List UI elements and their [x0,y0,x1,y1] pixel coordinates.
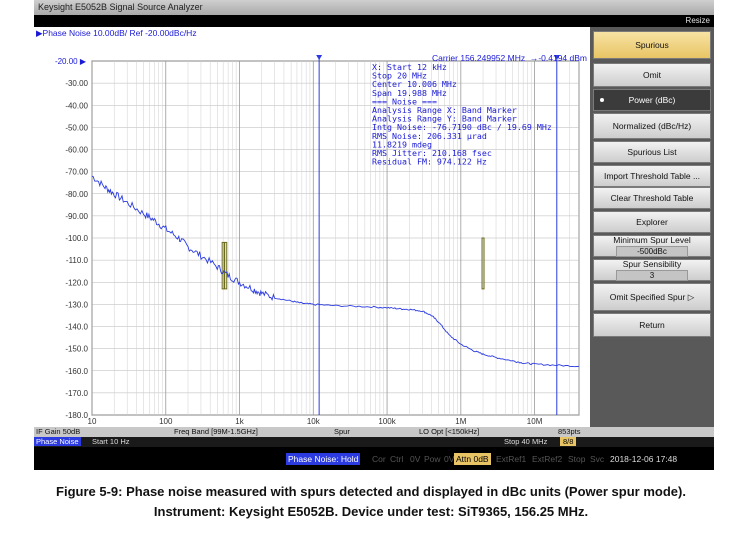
y-tick-label: -70.00 [65,168,88,177]
softkey-label: Omit Specified Spur ▷ [609,291,695,302]
date-time: 2018-12-06 17:48 [610,454,678,464]
x-tick-label: 100k [378,417,396,426]
softkey-label: Spur Sensibility [622,259,682,269]
caption-line-2: Instrument: Keysight E5052B. Device unde… [153,504,589,519]
y-tick-labels: -30.00 -40.00 -50.00 -60.00 -70.00 -80.00 -90.… [55,57,89,420]
x-tick-label: 10 [88,417,97,426]
page-indicator: 8/8 [560,437,577,446]
annotation-line: Residual FM: 974.122 Hz [372,157,487,167]
spur-indicator: Spur [334,427,350,436]
extref2-indicator: ExtRef2 [532,454,563,464]
x-tick-label: 10k [307,417,321,426]
y-tick-label: -90.00 [65,212,88,221]
y-tick-label: -60.00 [65,146,88,155]
y-tick-label: -130.0 [65,300,88,309]
ctrl-indicator: Ctrl [390,454,404,464]
softkey-6[interactable]: Import Threshold Table ... [593,165,711,187]
status-bar-sweep: Phase Noise Start 10 Hz Stop 40 MHz 8/8 [34,437,714,447]
y-tick-label: -150.0 [65,345,88,354]
carrier-frequency: Carrier 156.249952 MHz [432,53,526,63]
y-tick-label: -50.00 [65,123,88,132]
y-tick-label: -30.00 [65,79,88,88]
band-marker-icon [316,55,323,60]
softkey-label: Import Threshold Table ... [603,171,701,181]
x-tick-labels: 10 100 1k 10k 100k 1M 10M [88,417,543,426]
pow-indicator: Pow [424,454,441,464]
softkey-value[interactable]: -500dBc [616,246,688,257]
freq-band: Freq Band [99M-1.5GHz] [174,427,258,436]
y-tick-label: -110.0 [66,256,89,265]
y-tick-label: -100.0 [65,234,88,243]
measurement-state: Phase Noise: Hold [286,453,361,465]
svc-indicator: Svc [590,454,605,464]
softkey-10[interactable]: Spur Sensibility 3 [593,259,711,281]
y-tick-label: -180.0 [65,411,88,420]
y-tick-label: -170.0 [65,389,88,398]
attenuation-indicator: Attn 0dB [454,453,491,465]
softkey-label: Power (dBc) [628,95,676,105]
lo-opt: LO Opt [<150kHz] [419,427,480,436]
y-tick-label: -120.0 [65,278,88,287]
carrier-readout: Carrier 156.249952 MHz →-0.4194 dBm [432,53,587,63]
selected-dot-icon [600,98,604,102]
y-tick-label: -160.0 [65,367,88,376]
softkey-3[interactable]: Power (dBc) [593,89,711,111]
y-tick-label: -140.0 [65,323,88,332]
softkey-value[interactable]: 3 [616,270,688,281]
softkey-panel: Spurious Omit Power (dBc) Normalized (dBc/H… [590,27,714,427]
softkey-label: Normalized (dBc/Hz) [612,121,692,131]
softkey-label: Explorer [636,217,668,227]
resize-button[interactable]: Resize [686,16,710,25]
softkey-2[interactable]: Omit [593,63,711,87]
x-tick-label: 100 [159,417,173,426]
softkey-8[interactable]: Explorer [593,211,711,233]
ctrl-voltage: 0V [410,454,421,464]
marker-readout: →-0.4194 dBm [529,53,587,63]
start-frequency: Start 10 Hz [92,437,130,446]
window-title: Keysight E5052B Signal Source Analyzer [38,2,203,12]
softkey-5[interactable]: Spurious List [593,141,711,163]
if-gain: IF Gain 50dB [36,427,81,436]
x-tick-label: 10M [527,417,543,426]
analyzer-window: Keysight E5052B Signal Source Analyzer R… [34,0,714,470]
softkey-label: Minimum Spur Level [613,235,691,245]
softkey-label: Omit [643,70,661,80]
title-bar: Keysight E5052B Signal Source Analyzer [34,0,714,15]
stop-indicator: Stop [568,454,586,464]
y-tick-label: -80.00 [65,190,88,199]
softkey-9[interactable]: Minimum Spur Level -500dBc [593,235,711,257]
softkey-label: Spurious List [627,147,677,157]
x-tick-label: 1k [235,417,244,426]
softkey-label: Return [639,320,665,330]
y-tick-label: -40.00 [65,101,88,110]
reference-level-marker: -20.00 ▶ [55,57,87,66]
softkey-1[interactable]: Spurious [593,31,711,59]
softkey-7[interactable]: Clear Threshold Table [593,187,711,209]
softkey-label: Spurious [635,40,669,50]
plot-header: ▶Phase Noise 10.00dB/ Ref -20.00dBc/Hz [36,28,197,38]
softkey-11[interactable]: Omit Specified Spur ▷ [593,283,711,311]
instrument-status-bar: Phase Noise: Hold Cor Ctrl 0V Pow 0V Att… [34,452,714,466]
plot-area[interactable]: X: Start 12 kHz Stop 20 MHz Center 10.00… [34,27,590,427]
cor-indicator: Cor [372,454,386,464]
caption-line-1: Figure 5-9: Phase noise measured with sp… [56,484,686,499]
status-bar-top: IF Gain 50dB Freq Band [99M-1.5GHz] Spur… [34,427,714,437]
x-tick-label: 1M [455,417,466,426]
softkey-label: Clear Threshold Table [610,193,694,203]
stop-frequency: Stop 40 MHz [504,437,548,446]
softkey-4[interactable]: Normalized (dBc/Hz) [593,113,711,139]
phase-noise-chart: X: Start 12 kHz Stop 20 MHz Center 10.00… [55,55,580,426]
points-count: 853pts [558,427,581,436]
mode-label: Phase Noise [34,437,81,446]
extref1-indicator: ExtRef1 [496,454,527,464]
menu-bar: Resize [34,15,714,27]
figure-caption: Figure 5-9: Phase noise measured with sp… [0,482,742,522]
softkey-12[interactable]: Return [593,313,711,337]
